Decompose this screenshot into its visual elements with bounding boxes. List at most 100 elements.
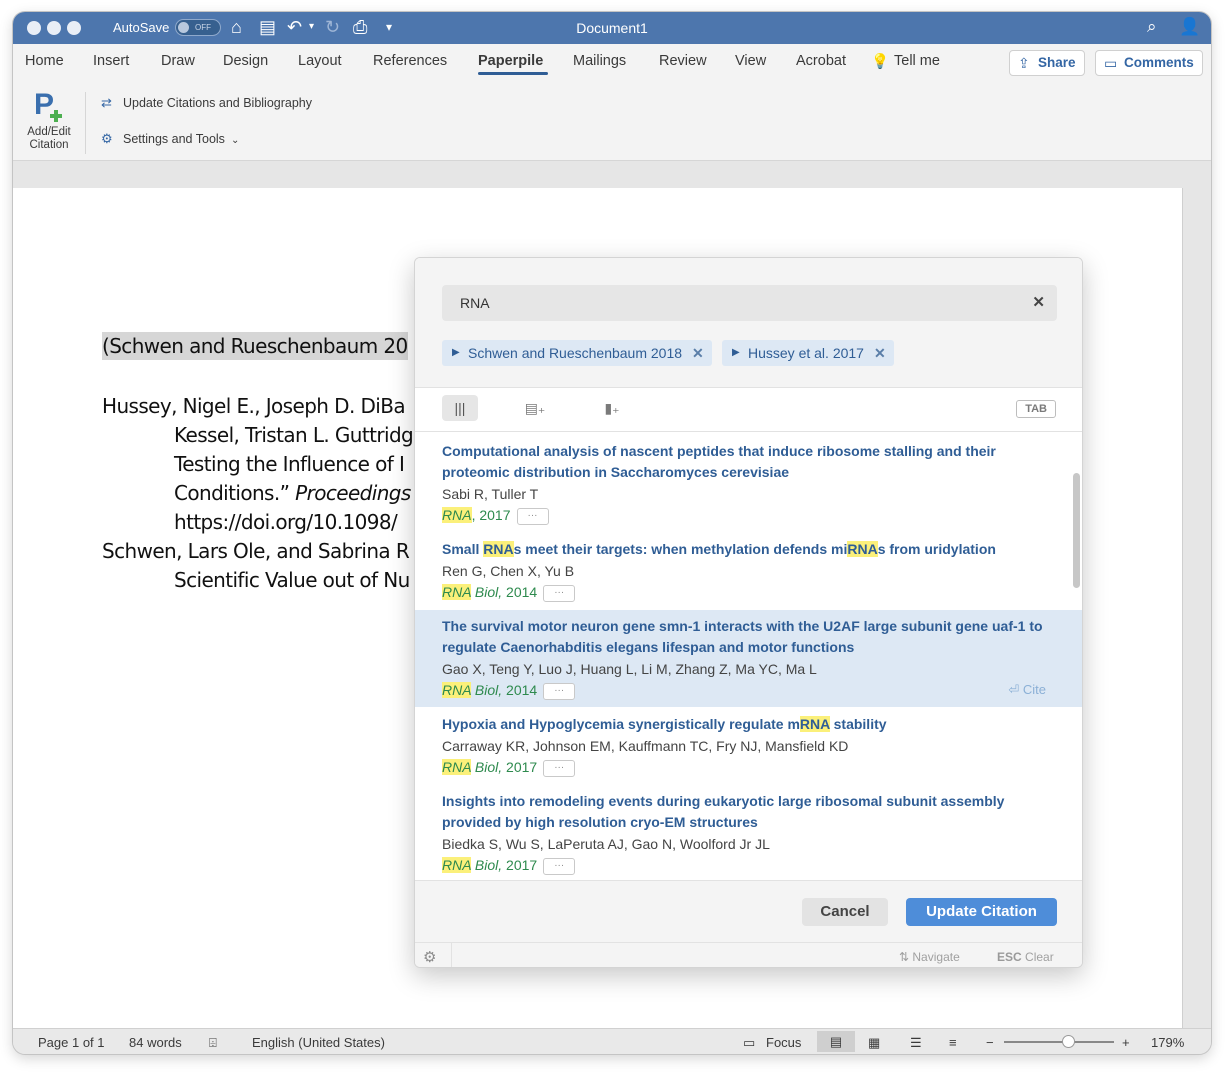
journal-name: Biol, [471, 759, 503, 775]
tab-references[interactable]: References [373, 53, 447, 69]
result-title: The survival motor neuron gene smn-1 int… [442, 616, 1052, 658]
settings-tools-button[interactable]: ⚙ Settings and Tools ⌄ [101, 131, 239, 147]
result-item[interactable]: Hypoxia and Hypoglycemia synergistically… [415, 707, 1082, 785]
tab-view[interactable]: View [735, 53, 766, 69]
library-icon[interactable]: ||| [442, 395, 478, 421]
comment-icon: ▭ [1104, 55, 1118, 71]
dialog-footer: Cancel Update Citation ⚙ ⇅ Navigate ESC … [415, 880, 1082, 967]
journal-year: 2017 [502, 857, 538, 873]
result-item[interactable]: Insights into remodeling events during e… [415, 785, 1082, 880]
dialog-settings-icon[interactable]: ⚙ [423, 948, 436, 966]
account-icon[interactable]: 👤 [1179, 17, 1200, 37]
proofing-icon[interactable]: ⌹ [209, 1035, 217, 1051]
tab-insert[interactable]: Insert [93, 53, 129, 69]
chip-label: Hussey et al. 2017 [748, 345, 864, 361]
more-options-button[interactable]: ··· [543, 682, 576, 700]
tab-draw[interactable]: Draw [161, 53, 195, 69]
remove-chip-icon[interactable]: ✕ [874, 345, 886, 361]
page-count[interactable]: Page 1 of 1 [38, 1035, 105, 1050]
outline-icon[interactable]: ☰ [910, 1035, 922, 1051]
selected-citation-chip[interactable]: ▶ Schwen and Rueschenbaum 2018 ✕ [442, 340, 712, 366]
more-options-button[interactable]: ··· [543, 584, 576, 602]
tab-paperpile[interactable]: Paperpile [478, 53, 543, 69]
gear-icon: ⚙ [101, 131, 113, 146]
update-citations-button[interactable]: ⇄ Update Citations and Bibliography [101, 95, 312, 111]
bibliography-line: Hussey, Nigel E., Joseph D. DiBa [102, 394, 406, 418]
tab-layout[interactable]: Layout [298, 53, 342, 69]
lightbulb-icon: 💡 [871, 54, 890, 70]
result-authors: Carraway KR, Johnson EM, Kauffmann TC, F… [442, 738, 849, 754]
search-match: RNA [442, 584, 472, 600]
word-count[interactable]: 84 words [129, 1035, 182, 1050]
add-bookmark-icon[interactable]: ▮₊ [594, 395, 630, 421]
expand-triangle-icon[interactable]: ▶ [452, 340, 460, 366]
tab-tell-me[interactable]: Tell me [894, 53, 940, 69]
focus-icon[interactable]: ▭ [743, 1035, 755, 1051]
ribbon-separator [85, 92, 86, 154]
result-journal: RNA, 2017 ··· [442, 507, 549, 525]
zoom-slider[interactable] [1004, 1041, 1114, 1043]
citation-dialog: RNA ✕ ▶ Schwen and Rueschenbaum 2018 ✕ ▶ Hu… [414, 257, 1083, 968]
zoom-slider-thumb[interactable] [1062, 1035, 1075, 1048]
status-bar: Page 1 of 1 84 words ⌹ English (United S… [13, 1028, 1211, 1054]
tab-home[interactable]: Home [25, 53, 64, 69]
language[interactable]: English (United States) [252, 1035, 385, 1050]
add-document-icon[interactable]: ▤₊ [517, 395, 553, 421]
selected-citation-chip[interactable]: ▶ Hussey et al. 2017 ✕ [722, 340, 894, 366]
tab-mailings[interactable]: Mailings [573, 53, 626, 69]
clear-label: Clear [1025, 950, 1054, 964]
footer-separator [451, 943, 452, 967]
web-layout-icon[interactable]: ▦ [868, 1035, 880, 1051]
clear-search-icon[interactable]: ✕ [1032, 285, 1045, 321]
zoom-in-icon[interactable]: + [1122, 1035, 1130, 1050]
remove-chip-icon[interactable]: ✕ [692, 345, 704, 361]
journal-year: 2017 [502, 759, 538, 775]
more-options-button[interactable]: ··· [516, 507, 549, 525]
in-text-citation[interactable]: (Schwen and Rueschenbaum 20 [102, 332, 408, 360]
result-title: Small RNAs meet their targets: when meth… [442, 539, 1052, 560]
tab-design[interactable]: Design [223, 53, 268, 69]
update-citations-label: Update Citations and Bibliography [123, 96, 313, 110]
add-edit-citation-label[interactable]: Add/Edit Citation [17, 126, 81, 152]
bibliography-line: Kessel, Tristan L. Guttridg [174, 423, 414, 447]
bibliography-line: https://doi.org/10.1098/ [174, 510, 398, 534]
search-input[interactable]: RNA ✕ [442, 285, 1057, 321]
active-tab-indicator [478, 72, 548, 75]
return-icon: ⏎ [1008, 682, 1023, 697]
search-icon[interactable]: ⌕ [1147, 17, 1157, 37]
cite-label: Cite [1022, 682, 1046, 697]
draft-icon[interactable]: ≡ [949, 1035, 957, 1050]
search-value: RNA [460, 295, 490, 311]
share-icon: ⇪ [1018, 55, 1030, 71]
search-match: RNA [442, 507, 472, 523]
more-options-button[interactable]: ··· [543, 759, 576, 777]
results-scrollbar[interactable] [1073, 473, 1080, 588]
more-options-button[interactable]: ··· [543, 857, 576, 875]
print-layout-icon[interactable]: ▤ [817, 1031, 855, 1052]
cancel-button[interactable]: Cancel [802, 898, 888, 926]
result-item[interactable]: Computational analysis of nascent peptid… [415, 433, 1082, 529]
bibliography-line: Schwen, Lars Ole, and Sabrina R [102, 539, 410, 563]
expand-triangle-icon[interactable]: ▶ [732, 340, 740, 366]
focus-mode[interactable]: Focus [766, 1035, 801, 1050]
journal-italic: Proceedings [295, 481, 411, 505]
journal-name: Biol, [471, 682, 503, 698]
update-citation-button[interactable]: Update Citation [906, 898, 1057, 926]
zoom-level[interactable]: 179% [1151, 1035, 1184, 1050]
share-label: Share [1038, 55, 1076, 70]
tab-review[interactable]: Review [659, 53, 707, 69]
result-item[interactable]: Small RNAs meet their targets: when meth… [415, 529, 1082, 608]
title-text: stability [829, 716, 887, 732]
title-bar: AutoSave OFF ⌂ ▤ ↶ ▾ ↻ ⎙ ▾ Document1 ⌕ 👤 [13, 12, 1211, 44]
comments-label: Comments [1124, 55, 1194, 70]
comments-button[interactable]: ▭ Comments [1095, 50, 1203, 76]
zoom-out-icon[interactable]: − [986, 1035, 994, 1050]
tab-key-hint: TAB [1016, 400, 1056, 418]
chevron-down-icon: ⌄ [230, 135, 240, 146]
cite-hint[interactable]: ⏎ Cite [1008, 682, 1046, 698]
result-title: Insights into remodeling events during e… [442, 791, 1052, 833]
paperpile-add-icon[interactable]: P [34, 88, 66, 124]
share-button[interactable]: ⇪ Share [1009, 50, 1085, 76]
result-item-selected[interactable]: The survival motor neuron gene smn-1 int… [415, 610, 1082, 707]
tab-acrobat[interactable]: Acrobat [796, 53, 846, 69]
